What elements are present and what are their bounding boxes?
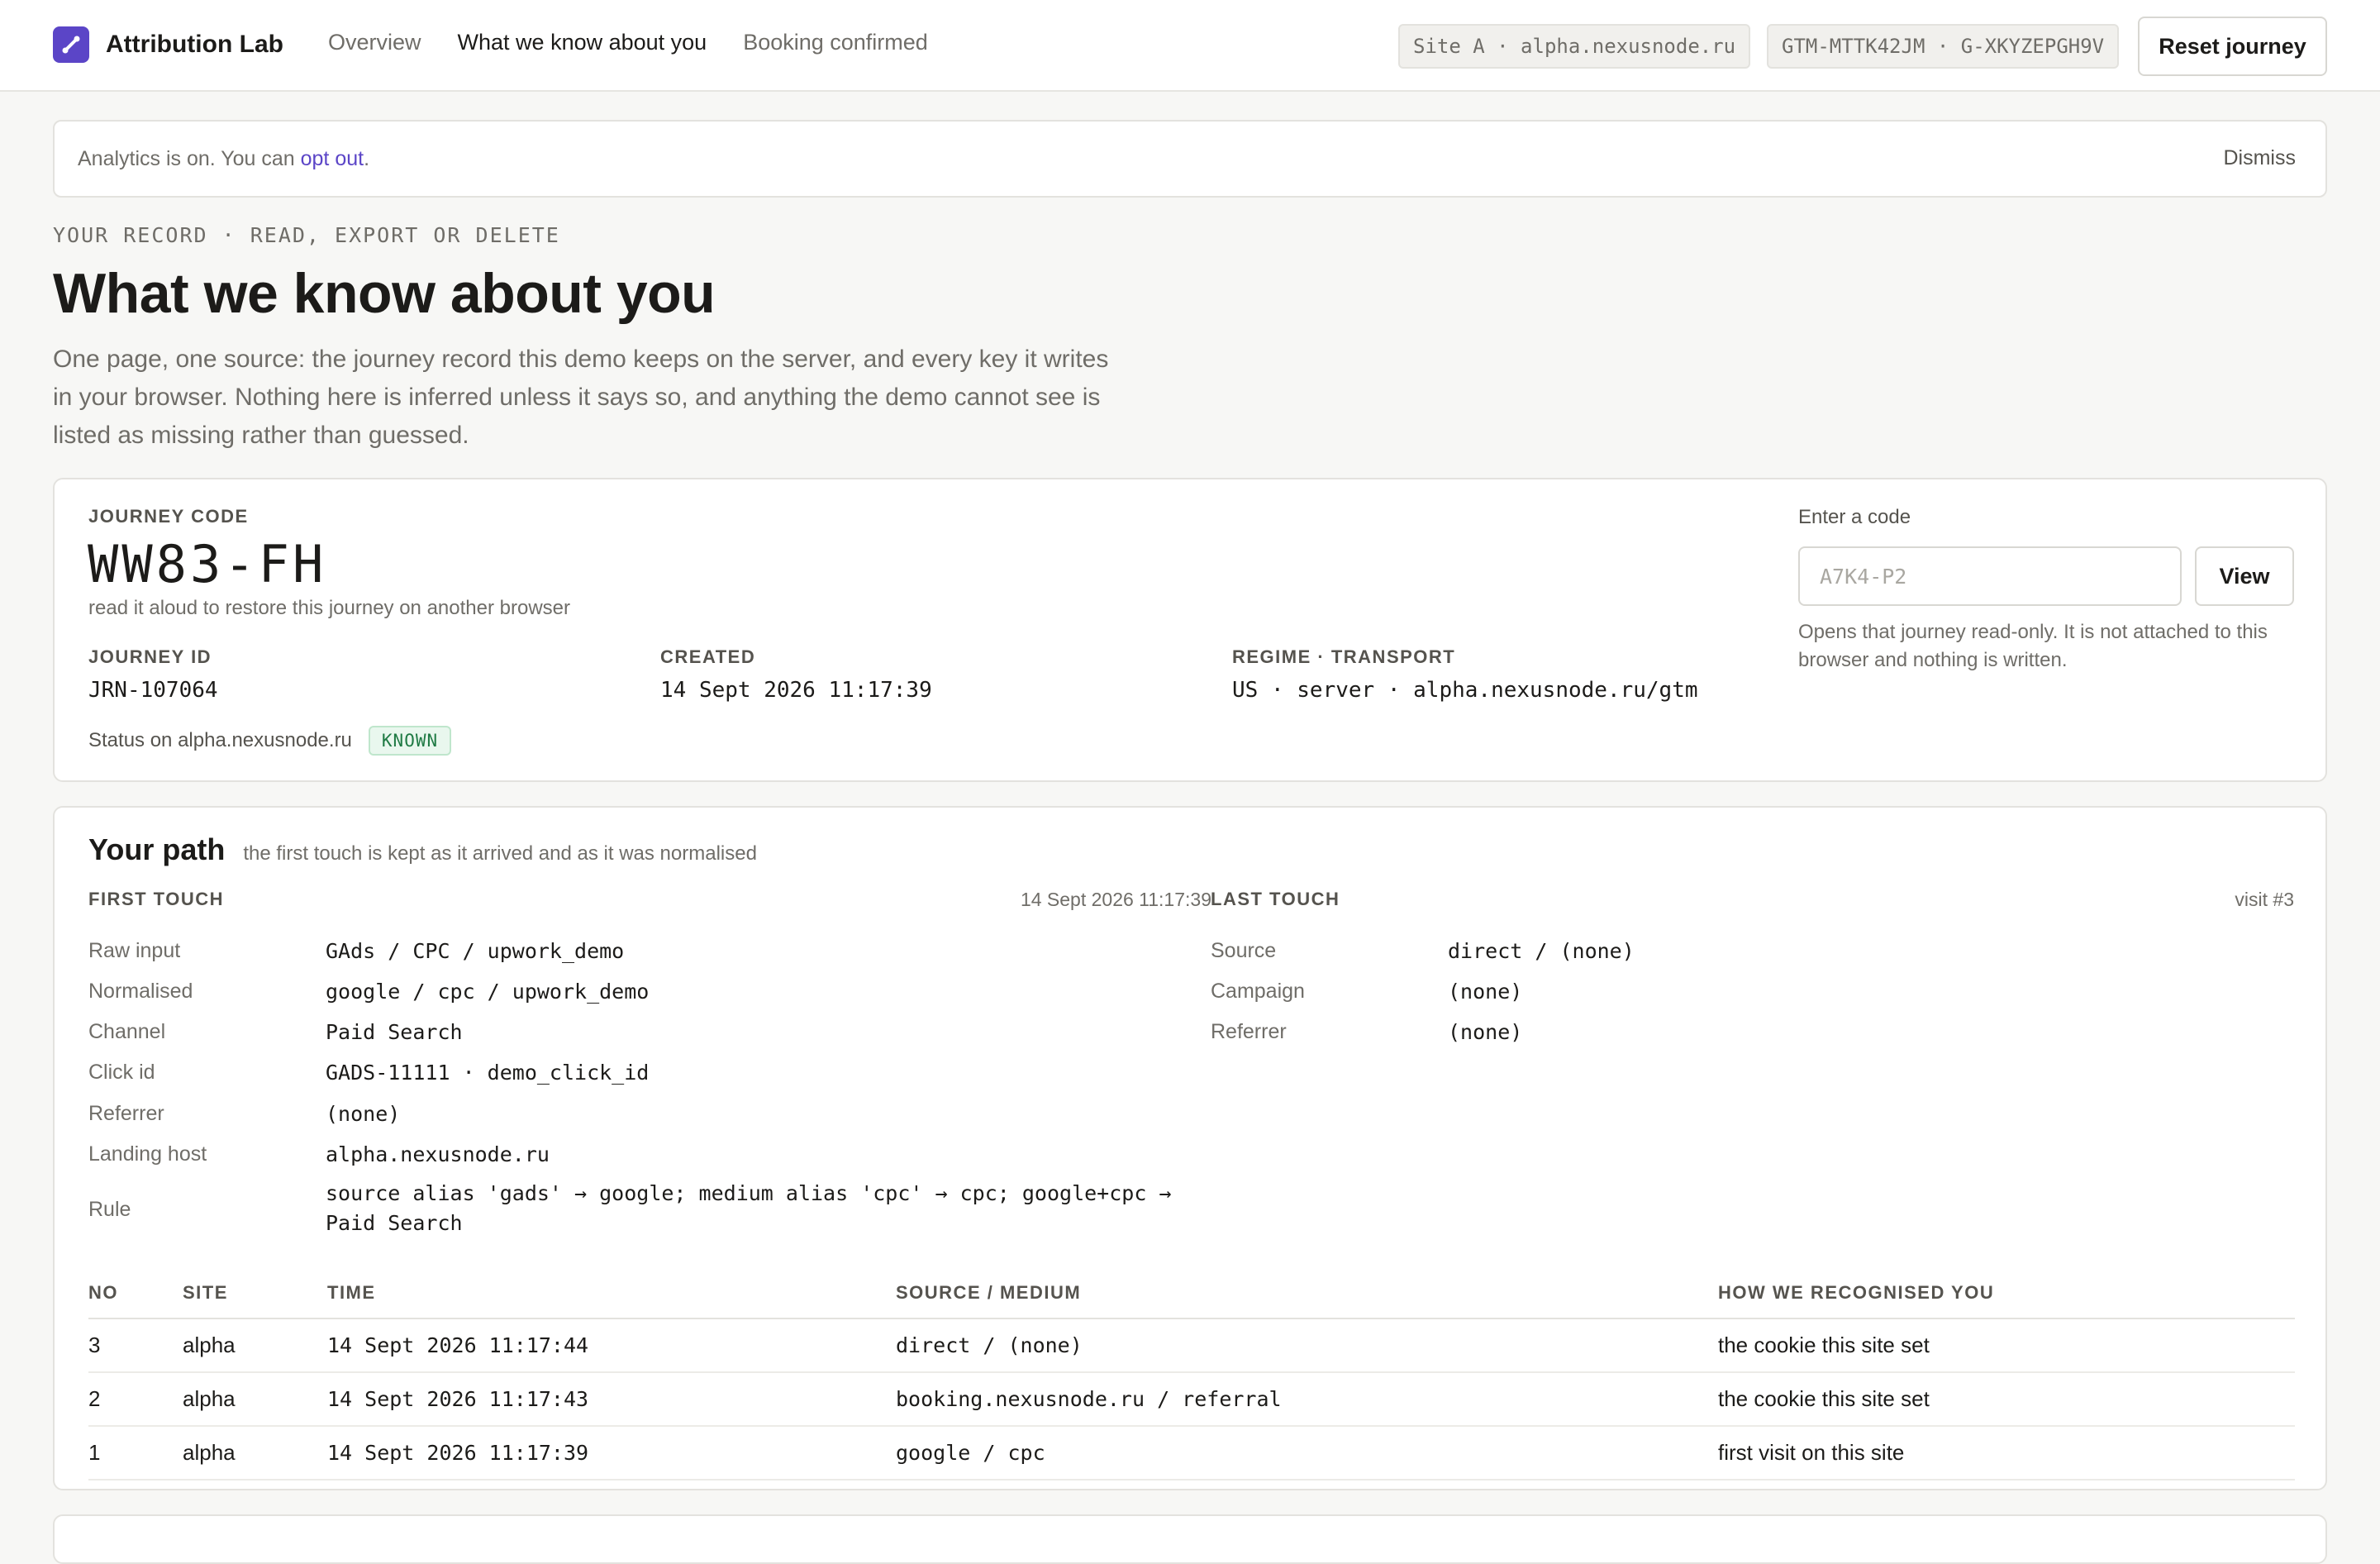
brand-logo-icon [53, 26, 89, 63]
path-subtitle: the first touch is kept as it arrived an… [243, 842, 757, 865]
table-row: 3 alpha 14 Sept 2026 11:17:44 direct / (… [88, 1318, 2295, 1373]
journey-card: JOURNEY CODE WW83-FH read it aloud to re… [53, 478, 2327, 782]
column-header: TIME [327, 1267, 896, 1319]
enter-code-label: Enter a code [1798, 506, 1911, 528]
kv-key: Campaign [1211, 980, 1305, 1003]
last-touch-label: LAST TOUCH [1211, 889, 1340, 909]
rule-line-1: source alias 'gads' → google; medium ali… [326, 1181, 1172, 1205]
tag-pill: GTM-MTTK42JM · G-XKYZEPGH9V [1767, 24, 2120, 69]
nav-overview[interactable]: Overview [328, 30, 421, 55]
rule-line-2: Paid Search [326, 1211, 463, 1235]
regime-value: US · server · alpha.nexusnode.ru/gtm [1232, 678, 1698, 703]
column-header: SOURCE / MEDIUM [896, 1267, 1718, 1319]
path-heading: Your path the first touch is kept as it … [88, 832, 757, 867]
kv-value: direct / (none) [1448, 939, 1635, 963]
created-value: 14 Sept 2026 11:17:39 [660, 678, 932, 703]
nav-what-we-know[interactable]: What we know about you [458, 30, 707, 55]
status-badge: KNOWN [368, 726, 452, 756]
visit-site: alpha [183, 1372, 327, 1427]
journey-id: JRN-107064 [88, 678, 218, 703]
kv-key: Referrer [1211, 1020, 1287, 1043]
page-lede: One page, one source: the journey record… [53, 346, 1109, 449]
visit-site: alpha [183, 1318, 327, 1373]
created-label: CREATED [660, 646, 756, 667]
kv-key: Channel [88, 1020, 166, 1043]
table-header-row: NO SITE TIME SOURCE / MEDIUM HOW WE RECO… [88, 1267, 2295, 1319]
kv-value: (none) [1448, 1020, 1523, 1044]
visit-source-medium: booking.nexusnode.ru / referral [896, 1372, 1718, 1427]
kv-key: Raw input [88, 939, 181, 962]
visits-table: NO SITE TIME SOURCE / MEDIUM HOW WE RECO… [88, 1267, 2295, 1481]
kv-value: (none) [1448, 980, 1523, 1004]
kv-value: alpha.nexusnode.ru [326, 1142, 550, 1166]
next-card [53, 1514, 2327, 1564]
first-touch-label: FIRST TOUCH [88, 889, 224, 909]
opt-out-link[interactable]: opt out [301, 147, 364, 171]
reset-journey-button[interactable]: Reset journey [2138, 17, 2327, 76]
kv-key: Click id [88, 1061, 155, 1084]
site-pill: Site A · alpha.nexusnode.ru [1398, 24, 1751, 69]
table-row: 2 alpha 14 Sept 2026 11:17:43 booking.ne… [88, 1372, 2295, 1427]
kv-key: Source [1211, 939, 1277, 962]
visit-no: 1 [88, 1426, 183, 1481]
main-nav: Overview What we know about you Booking … [328, 30, 928, 55]
nav-booking-confirmed[interactable]: Booking confirmed [743, 30, 928, 55]
kv-key: Landing host [88, 1142, 207, 1166]
banner-text: Analytics is on. You can [78, 146, 301, 170]
path-card: Your path the first touch is kept as it … [53, 806, 2327, 1490]
journey-code: WW83-FH [88, 534, 327, 594]
enter-code-note: Opens that journey read-only. It is not … [1798, 621, 2268, 671]
visit-recognition: the cookie this site set [1718, 1372, 2295, 1427]
view-button[interactable]: View [2195, 546, 2294, 606]
kv-key: Referrer [88, 1102, 164, 1125]
visit-site: alpha [183, 1426, 327, 1481]
column-header: NO [88, 1267, 183, 1319]
kv-key: Normalised [88, 980, 193, 1003]
status-row: Status on alpha.nexusnode.ru KNOWN [88, 726, 452, 756]
visit-time: 14 Sept 2026 11:17:39 [327, 1426, 896, 1481]
column-header: HOW WE RECOGNISED YOU [1718, 1267, 2295, 1319]
page-eyebrow: YOUR RECORD · READ, EXPORT OR DELETE [53, 223, 560, 247]
visit-time: 14 Sept 2026 11:17:44 [327, 1318, 896, 1373]
visit-recognition: the cookie this site set [1718, 1318, 2295, 1373]
kv-value: google / cpc / upwork_demo [326, 980, 650, 1004]
kv-value: GAds / CPC / upwork_demo [326, 939, 625, 963]
first-touch-time: 14 Sept 2026 11:17:39 [1020, 889, 1211, 910]
table-row: 1 alpha 14 Sept 2026 11:17:39 google / c… [88, 1426, 2295, 1481]
kv-value: (none) [326, 1102, 401, 1126]
visit-source-medium: google / cpc [896, 1426, 1718, 1481]
visit-no: 3 [88, 1318, 183, 1373]
visit-source-medium: direct / (none) [896, 1318, 1718, 1373]
visit-no: 2 [88, 1372, 183, 1427]
visit-time: 14 Sept 2026 11:17:43 [327, 1372, 896, 1427]
page-title: What we know about you [53, 262, 716, 325]
column-header: SITE [183, 1267, 327, 1319]
visit-recognition: first visit on this site [1718, 1426, 2295, 1481]
kv-value: Paid Search [326, 1020, 463, 1044]
analytics-banner: Analytics is on. You can opt out . Dismi… [53, 120, 2327, 198]
brand[interactable]: Attribution Lab [53, 26, 283, 63]
top-bar: Attribution Lab Overview What we know ab… [0, 0, 2380, 92]
journey-code-label: JOURNEY CODE [88, 506, 249, 527]
dismiss-button[interactable]: Dismiss [2224, 146, 2297, 170]
status-label: Status on alpha.nexusnode.ru [88, 729, 352, 751]
regime-label: REGIME · TRANSPORT [1232, 646, 1456, 667]
journey-code-input[interactable] [1798, 546, 2182, 606]
last-touch-visit: visit #3 [2235, 889, 2294, 910]
kv-value: GADS-11111 · demo_click_id [326, 1061, 650, 1085]
rule-key: Rule [88, 1198, 131, 1221]
banner-text-end: . [364, 146, 370, 170]
journey-id-label: JOURNEY ID [88, 646, 212, 667]
journey-code-hint: read it aloud to restore this journey on… [88, 597, 570, 619]
path-title: Your path [88, 832, 226, 866]
brand-name: Attribution Lab [106, 31, 283, 58]
